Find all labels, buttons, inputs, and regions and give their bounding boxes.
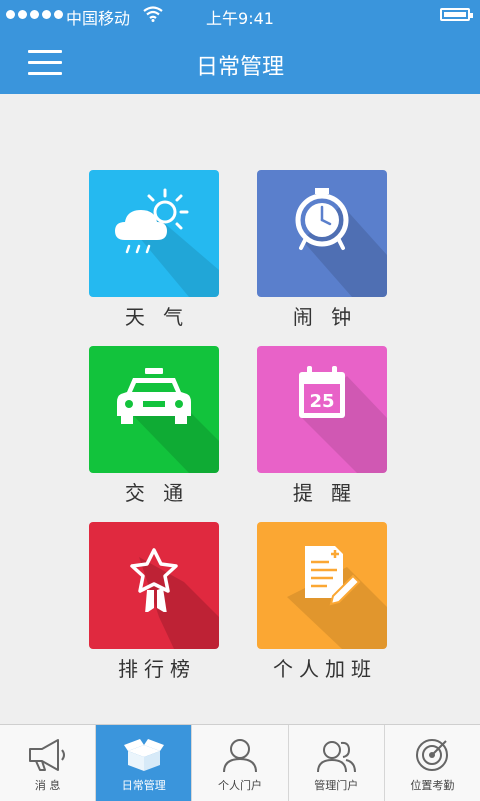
tile-reminder[interactable]: 25 提 醒 [257,346,387,506]
tab-label: 管理门户 [314,779,359,792]
tile-label: 提 醒 [292,481,358,505]
group-icon [317,741,357,773]
tile-label: 闹 钟 [292,305,358,329]
megaphone-icon [28,739,65,771]
battery-icon [440,8,473,21]
weather-icon [115,188,189,254]
tab-personal-portal[interactable]: 个人门户 [192,725,289,801]
tab-messages[interactable]: 消 息 [0,725,97,801]
tab-management-portal[interactable]: 管理门户 [289,725,385,801]
app-header: 日常管理 [0,30,480,94]
tile-label: 排行榜 [118,657,196,681]
tab-label: 个人门户 [218,779,262,792]
person-icon [223,739,257,773]
status-time: 上午9:41 [206,9,274,28]
tile-traffic[interactable]: 交 通 [89,346,219,506]
tab-label: 日常管理 [121,779,166,792]
open-box-icon [123,739,164,771]
tile-overtime[interactable]: 个人加班 [257,522,387,682]
status-bar: 中国移动 上午9:41 [0,0,480,30]
tab-location-attendance[interactable]: 位置考勤 [385,725,480,801]
tile-label: 个人加班 [273,657,377,681]
calendar-day: 25 [309,391,334,412]
tile-alarm[interactable]: 闹 钟 [257,170,387,330]
ribbon-star-icon [130,548,178,612]
tab-label: 消 息 [34,779,61,792]
document-edit-icon [305,546,361,606]
tile-ranking[interactable]: 排行榜 [89,522,219,682]
alarm-clock-icon [295,188,349,250]
target-icon [416,739,449,771]
tile-label: 交 通 [124,481,190,505]
tab-label: 位置考勤 [410,779,455,792]
tab-daily-management[interactable]: 日常管理 [96,725,193,801]
tile-weather[interactable]: 天 气 [89,170,219,330]
calendar-icon: 25 [299,366,345,418]
taxi-icon [117,368,191,424]
tile-label: 天 气 [124,305,190,329]
page-title: 日常管理 [195,55,284,80]
bottom-tab-bar: 消 息 日常管理 个人门户 管理门户 位置考勤 [0,724,480,801]
